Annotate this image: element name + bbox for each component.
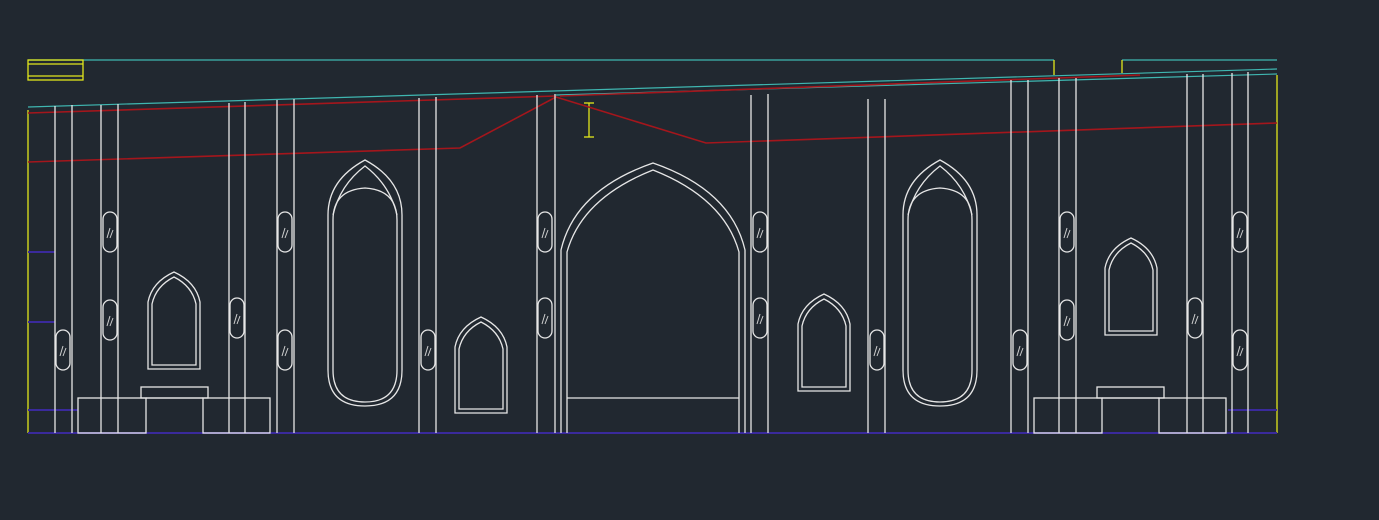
floor-lines [28, 251, 1277, 434]
arched-niche [1104, 237, 1158, 336]
arched-niche [147, 271, 201, 370]
mirror-panel [1059, 299, 1075, 341]
mirror-panels [55, 211, 1248, 371]
mirror-panel [277, 329, 293, 371]
arched-niches [147, 237, 1158, 414]
tall-arched-panel-left [327, 159, 403, 407]
mirror-panel [537, 211, 553, 253]
mirror-panel [1232, 211, 1248, 253]
mirror-panel [1232, 329, 1248, 371]
mirror-panel [229, 297, 245, 339]
mirror-panel [55, 329, 71, 371]
mirror-panel [1187, 297, 1203, 339]
tall-arched-panel-right [902, 159, 978, 407]
mirror-panel [102, 299, 118, 341]
mirror-panel [102, 211, 118, 253]
central-arch [560, 162, 746, 433]
mirror-panel [537, 297, 553, 339]
cad-canvas[interactable] [0, 0, 1379, 520]
roof-outline [27, 59, 1278, 108]
beam-symbol [27, 59, 84, 81]
arched-niche [454, 316, 508, 414]
arched-niche [797, 293, 851, 392]
mirror-panel [752, 297, 768, 339]
elevation-drawing [27, 59, 1278, 434]
mirror-panel [1012, 329, 1028, 371]
mirror-panel [869, 329, 885, 371]
mirror-panel [420, 329, 436, 371]
mirror-panel [1059, 211, 1075, 253]
boundary-lines [27, 75, 1278, 433]
mirror-panel [752, 211, 768, 253]
mirror-panel [277, 211, 293, 253]
counter-blocks [77, 386, 1227, 434]
